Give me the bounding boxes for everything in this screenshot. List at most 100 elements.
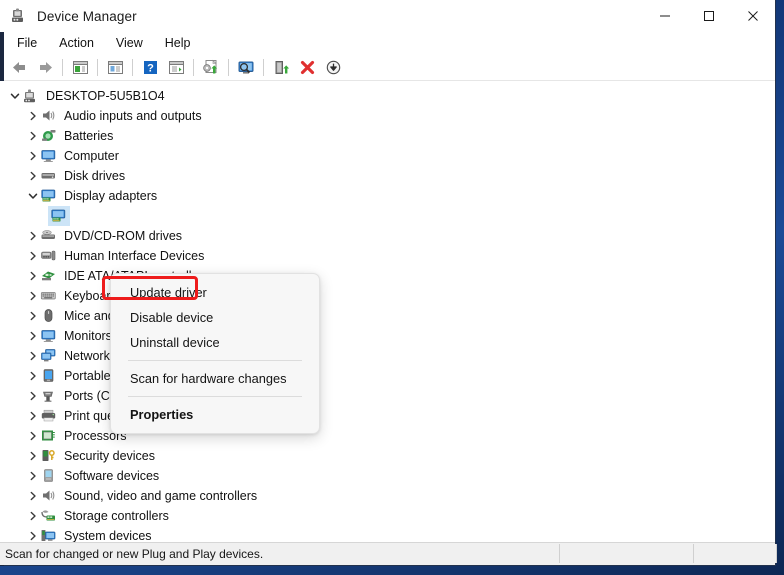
- context-menu-item-properties[interactable]: Properties: [111, 402, 319, 427]
- show-hide-action-pane-icon[interactable]: [163, 56, 189, 78]
- ide-controller-icon: [40, 268, 58, 284]
- context-menu-item-disable-device[interactable]: Disable device: [111, 305, 319, 330]
- tree-item-label: Disk drives: [64, 169, 126, 183]
- disk-drive-icon: [40, 168, 58, 184]
- toolbar-separator: [132, 58, 133, 76]
- context-menu-item-label: Disable device: [130, 310, 214, 325]
- window-title: Device Manager: [37, 8, 137, 24]
- close-button[interactable]: [731, 0, 775, 32]
- show-hide-console-tree-icon[interactable]: [67, 56, 93, 78]
- tree-item-label: Storage controllers: [64, 509, 169, 523]
- chevron-down-icon[interactable]: [26, 189, 40, 203]
- monitor-icon: [40, 148, 58, 164]
- device-tree-panel[interactable]: DESKTOP-5U5B1O4 Audio inputs and outputs: [0, 81, 775, 542]
- context-menu-item-uninstall-device[interactable]: Uninstall device: [111, 330, 319, 355]
- tree-item-display-adapters[interactable]: Display adapters: [0, 186, 775, 206]
- tree-item-label: DVD/CD-ROM drives: [64, 229, 183, 243]
- chevron-right-icon[interactable]: [26, 509, 40, 523]
- menu-view[interactable]: View: [105, 34, 154, 52]
- computer-icon: [22, 88, 40, 104]
- enable-device-icon[interactable]: [268, 56, 294, 78]
- menu-file[interactable]: File: [6, 34, 48, 52]
- tree-item-label: Human Interface Devices: [64, 249, 205, 263]
- toolbar: ?: [0, 54, 775, 81]
- chevron-right-icon[interactable]: [26, 449, 40, 463]
- chevron-down-icon[interactable]: [8, 89, 22, 103]
- tree-item-sound-controllers[interactable]: Sound, video and game controllers: [0, 486, 775, 506]
- menu-bar: File Action View Help: [0, 32, 775, 54]
- chevron-right-icon[interactable]: [26, 369, 40, 383]
- chevron-right-icon[interactable]: [26, 469, 40, 483]
- context-menu-separator: [128, 360, 302, 361]
- device-manager-icon: [10, 7, 28, 25]
- status-bar-panel-1: [559, 544, 695, 563]
- menu-action[interactable]: Action: [48, 34, 105, 52]
- chevron-right-icon[interactable]: [26, 409, 40, 423]
- help-icon[interactable]: ?: [137, 56, 163, 78]
- chevron-right-icon[interactable]: [26, 389, 40, 403]
- tree-item-storage-controllers[interactable]: Storage controllers: [0, 506, 775, 526]
- chevron-right-icon[interactable]: [26, 289, 40, 303]
- tree-item-security-devices[interactable]: Security devices: [0, 446, 775, 466]
- network-adapter-icon: [40, 348, 58, 364]
- disable-device-icon[interactable]: [320, 56, 346, 78]
- caption-buttons: [643, 0, 775, 32]
- chevron-right-icon[interactable]: [26, 229, 40, 243]
- uninstall-device-icon[interactable]: [294, 56, 320, 78]
- display-adapter-icon: [50, 208, 68, 224]
- tree-item-label: System devices: [64, 529, 152, 542]
- context-menu-item-label: Scan for hardware changes: [130, 371, 287, 386]
- tree-item-batteries[interactable]: Batteries: [0, 126, 775, 146]
- forward-icon[interactable]: [32, 56, 58, 78]
- context-menu-item-label: Properties: [130, 407, 194, 422]
- scan-for-hardware-changes-icon[interactable]: [233, 56, 259, 78]
- minimize-button[interactable]: [643, 0, 687, 32]
- tree-item-label: Batteries: [64, 129, 114, 143]
- tree-item-label: Monitors: [64, 329, 112, 343]
- tree-item-dvd-drives[interactable]: DVD/CD-ROM drives: [0, 226, 775, 246]
- update-driver-icon[interactable]: [198, 56, 224, 78]
- software-device-icon: [40, 468, 58, 484]
- mouse-icon: [40, 308, 58, 324]
- sound-controller-icon: [40, 488, 58, 504]
- monitor-icon: [40, 328, 58, 344]
- toolbar-separator: [263, 58, 264, 76]
- chevron-right-icon[interactable]: [26, 269, 40, 283]
- tree-root-item[interactable]: DESKTOP-5U5B1O4: [0, 86, 775, 106]
- chevron-right-icon[interactable]: [26, 349, 40, 363]
- context-menu-item-scan-hardware[interactable]: Scan for hardware changes: [111, 366, 319, 391]
- tree-item-hid[interactable]: Human Interface Devices: [0, 246, 775, 266]
- tree-item-display-device[interactable]: [0, 206, 775, 226]
- chevron-right-icon[interactable]: [26, 429, 40, 443]
- svg-text:?: ?: [147, 62, 154, 74]
- chevron-right-icon[interactable]: [26, 529, 40, 542]
- status-bar: Scan for changed or new Plug and Play de…: [0, 542, 777, 565]
- tree-item-label: Computer: [64, 149, 119, 163]
- chevron-right-icon[interactable]: [26, 329, 40, 343]
- tree-item-system-devices[interactable]: System devices: [0, 526, 775, 542]
- speaker-icon: [40, 108, 58, 124]
- tree-item-software-devices[interactable]: Software devices: [0, 466, 775, 486]
- chevron-right-icon[interactable]: [26, 309, 40, 323]
- properties-icon[interactable]: [102, 56, 128, 78]
- chevron-right-icon[interactable]: [26, 169, 40, 183]
- tree-item-computer[interactable]: Computer: [0, 146, 775, 166]
- chevron-right-icon[interactable]: [26, 129, 40, 143]
- chevron-right-icon[interactable]: [26, 249, 40, 263]
- chevron-right-icon[interactable]: [26, 109, 40, 123]
- display-adapter-icon: [40, 188, 58, 204]
- status-bar-text: Scan for changed or new Plug and Play de…: [5, 547, 264, 561]
- chevron-right-icon[interactable]: [26, 489, 40, 503]
- chevron-right-icon[interactable]: [26, 149, 40, 163]
- storage-controller-icon: [40, 508, 58, 524]
- tree-item-audio[interactable]: Audio inputs and outputs: [0, 106, 775, 126]
- tree-item-disk-drives[interactable]: Disk drives: [0, 166, 775, 186]
- tree-item-label: Software devices: [64, 469, 160, 483]
- context-menu-item-update-driver[interactable]: Update driver: [102, 276, 319, 305]
- toolbar-separator: [97, 58, 98, 76]
- maximize-button[interactable]: [687, 0, 731, 32]
- context-menu[interactable]: Update driver Disable device Uninstall d…: [102, 273, 320, 434]
- desktop-background: Device Manager File Action View Help ? D…: [0, 0, 784, 575]
- menu-help[interactable]: Help: [154, 34, 202, 52]
- back-icon[interactable]: [6, 56, 32, 78]
